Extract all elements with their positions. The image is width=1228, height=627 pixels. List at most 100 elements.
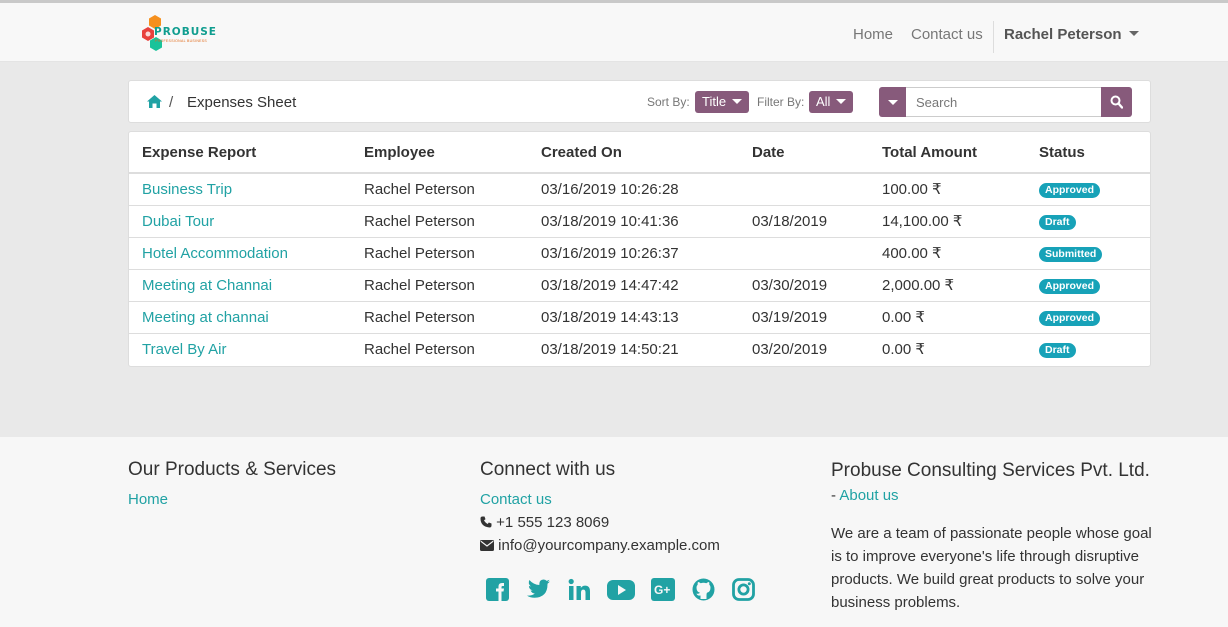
- search-button[interactable]: [1101, 87, 1132, 117]
- date-cell: 03/18/2019: [739, 205, 869, 238]
- search-icon: [1110, 95, 1123, 109]
- expense-report-link[interactable]: Meeting at channai: [129, 301, 351, 334]
- twitter-icon[interactable]: [526, 579, 550, 603]
- created-on-cell: 03/16/2019 10:26:28: [528, 173, 739, 206]
- phone-number: +1 555 123 8069: [496, 514, 610, 531]
- created-on-cell: 03/18/2019 10:41:36: [528, 205, 739, 238]
- expenses-table: Expense Report Employee Created On Date …: [128, 131, 1151, 367]
- table-row[interactable]: Travel By Air Rachel Peterson 03/18/2019…: [129, 333, 1150, 365]
- youtube-icon[interactable]: [607, 580, 635, 604]
- column-header: Expense Report: [129, 132, 351, 174]
- total-amount-cell: 0.00 ₹: [869, 301, 1026, 334]
- status-cell: Draft: [1026, 333, 1150, 365]
- status-badge: Approved: [1039, 182, 1101, 198]
- about-us-link[interactable]: About us: [839, 487, 898, 504]
- expense-report-link[interactable]: Travel By Air: [129, 333, 351, 365]
- sort-label: Sort By:: [647, 95, 690, 109]
- footer: Our Products & Services Home Connect wit…: [0, 437, 1228, 627]
- nav-contact-link[interactable]: Contact us: [911, 26, 983, 43]
- breadcrumb-current: Expenses Sheet: [187, 94, 297, 111]
- nav-home-link[interactable]: Home: [853, 26, 893, 43]
- employee-cell: Rachel Peterson: [351, 237, 528, 270]
- date-cell: [739, 237, 869, 270]
- phone-line: +1 555 123 8069: [480, 514, 609, 531]
- created-on-cell: 03/18/2019 14:47:42: [528, 269, 739, 302]
- employee-cell: Rachel Peterson: [351, 269, 528, 302]
- navbar: PROBUSE PROFESSIONAL BUSINESS Home Conta…: [0, 3, 1228, 62]
- logo-subtext: PROFESSIONAL BUSINESS: [155, 39, 208, 43]
- svg-text:G+: G+: [654, 583, 670, 597]
- created-on-cell: 03/16/2019 10:26:37: [528, 237, 739, 270]
- expense-report-link[interactable]: Business Trip: [129, 173, 351, 206]
- chevron-down-icon: [836, 99, 847, 104]
- column-header: Date: [739, 132, 869, 174]
- table-row[interactable]: Business Trip Rachel Peterson 03/16/2019…: [129, 173, 1150, 206]
- facebook-icon[interactable]: [486, 578, 509, 605]
- total-amount-cell: 100.00 ₹: [869, 173, 1026, 206]
- date-cell: [739, 173, 869, 206]
- home-icon[interactable]: [147, 95, 162, 112]
- phone-icon: [480, 516, 492, 528]
- status-badge: Draft: [1039, 214, 1076, 230]
- envelope-icon: [480, 540, 494, 551]
- employee-cell: Rachel Peterson: [364, 340, 475, 358]
- company-heading: Probuse Consulting Services Pvt. Ltd. - …: [831, 459, 1151, 507]
- total-amount-cell: 0.00 ₹: [882, 341, 925, 359]
- linkedin-icon[interactable]: [568, 578, 591, 605]
- email-address: info@yourcompany.example.com: [498, 537, 720, 554]
- search-input[interactable]: [906, 87, 1102, 117]
- date-cell: 03/30/2019: [739, 269, 869, 302]
- expense-report-link[interactable]: Meeting at Channai: [129, 269, 351, 302]
- status-badge: Approved: [1039, 310, 1101, 326]
- total-amount-cell: 400.00 ₹: [869, 237, 1026, 270]
- employee-cell: Rachel Peterson: [351, 173, 528, 206]
- footer-contact-link[interactable]: Contact us: [480, 491, 552, 508]
- status-cell: Draft: [1026, 205, 1150, 238]
- total-amount-cell: 2,000.00 ₹: [869, 269, 1026, 302]
- expense-report-link[interactable]: Dubai Tour: [129, 205, 351, 238]
- table-row[interactable]: Hotel Accommodation Rachel Peterson 03/1…: [129, 237, 1150, 270]
- column-header: Status: [1026, 132, 1150, 174]
- filter-label: Filter By:: [757, 95, 805, 109]
- instagram-icon[interactable]: [732, 578, 755, 605]
- status-cell: Approved: [1026, 301, 1150, 334]
- user-name: Rachel Peterson: [1004, 26, 1122, 43]
- toolbar: / Expenses Sheet Sort By: Title Filter B…: [128, 80, 1151, 123]
- chevron-down-icon: [888, 100, 898, 105]
- nav-divider: [993, 21, 994, 53]
- status-cell: Submitted: [1026, 237, 1150, 270]
- search-options-dropdown[interactable]: [879, 87, 907, 117]
- date-cell: 03/19/2019: [739, 301, 869, 334]
- user-menu[interactable]: Rachel Peterson: [1004, 26, 1139, 43]
- status-cell: Approved: [1026, 173, 1150, 206]
- status-badge: Submitted: [1039, 246, 1103, 262]
- table-row[interactable]: Meeting at channai Rachel Peterson 03/18…: [129, 301, 1150, 334]
- company-description: We are a team of passionate people whose…: [831, 525, 1152, 611]
- logo-text: PROBUSE: [154, 26, 217, 38]
- email-line: info@yourcompany.example.com: [480, 537, 720, 554]
- github-icon[interactable]: [692, 578, 715, 605]
- filter-value: All: [816, 94, 831, 109]
- column-header: Employee: [351, 132, 528, 174]
- column-header: Total Amount: [869, 132, 1026, 174]
- created-on-cell: 03/18/2019 14:50:21: [541, 340, 679, 358]
- table-row[interactable]: Dubai Tour Rachel Peterson 03/18/2019 10…: [129, 205, 1150, 238]
- table-row[interactable]: Meeting at Channai Rachel Peterson 03/18…: [129, 269, 1150, 302]
- products-heading: Our Products & Services: [128, 459, 337, 480]
- date-cell: 03/20/2019: [752, 340, 828, 358]
- sort-value: Title: [702, 94, 727, 109]
- company-name: Probuse Consulting Services Pvt. Ltd.: [831, 460, 1150, 481]
- table-header-row: Expense Report Employee Created On Date …: [129, 132, 1150, 174]
- filter-dropdown[interactable]: All: [809, 91, 854, 113]
- status-badge: Approved: [1039, 278, 1101, 294]
- chevron-down-icon: [1128, 31, 1139, 36]
- employee-cell: Rachel Peterson: [351, 205, 528, 238]
- chevron-down-icon: [732, 99, 743, 104]
- google-plus-icon[interactable]: G+: [651, 578, 675, 605]
- created-on-cell: 03/18/2019 14:43:13: [528, 301, 739, 334]
- sort-dropdown[interactable]: Title: [695, 91, 750, 113]
- expense-report-link[interactable]: Hotel Accommodation: [129, 237, 351, 270]
- connect-heading: Connect with us: [480, 459, 616, 480]
- footer-home-link[interactable]: Home: [128, 491, 168, 508]
- total-amount-cell: 14,100.00 ₹: [869, 205, 1026, 238]
